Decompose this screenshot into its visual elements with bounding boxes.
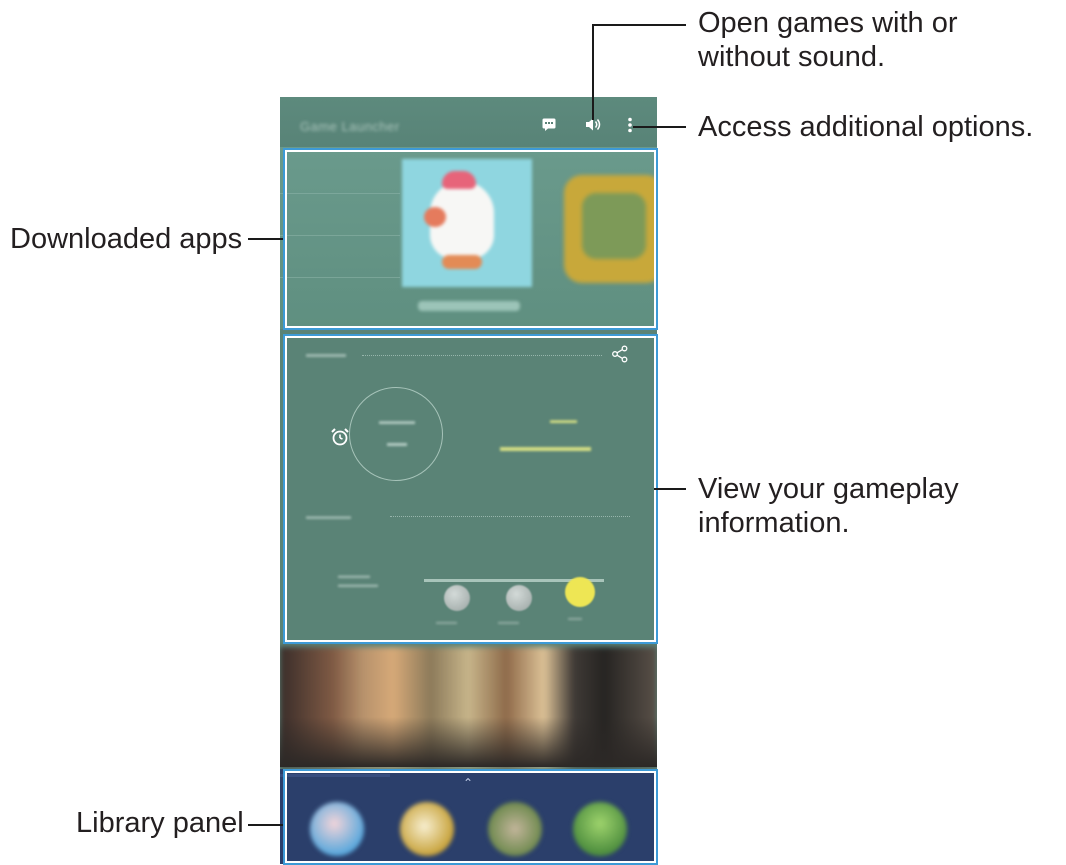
gameplay-info-highlight — [283, 334, 658, 644]
callout-more-label: Access additional options. — [698, 111, 1034, 143]
callout-downloaded-label: Downloaded apps — [10, 223, 243, 255]
callout-line-sound — [593, 24, 686, 26]
callout-gameplay-label: View your gameplay information. — [698, 473, 959, 539]
callout-line-gameplay — [654, 488, 686, 490]
sound-icon[interactable] — [585, 117, 603, 132]
library-panel-highlight — [283, 769, 658, 865]
callout-line-sound — [592, 24, 594, 120]
callout-line-downloaded — [248, 238, 283, 240]
callout-line-more — [633, 126, 686, 128]
app-title: Game Launcher — [300, 119, 400, 134]
callout-line-library — [248, 824, 283, 826]
chat-icon[interactable] — [542, 118, 556, 131]
downloaded-apps-highlight — [283, 148, 658, 330]
app-bar: Game Launcher — [280, 97, 657, 147]
featured-banner-shade — [280, 717, 657, 767]
callout-sound-label: Open games with or without sound. — [698, 7, 958, 73]
more-vert-icon[interactable] — [627, 117, 633, 133]
callout-library-label: Library panel — [76, 807, 244, 839]
